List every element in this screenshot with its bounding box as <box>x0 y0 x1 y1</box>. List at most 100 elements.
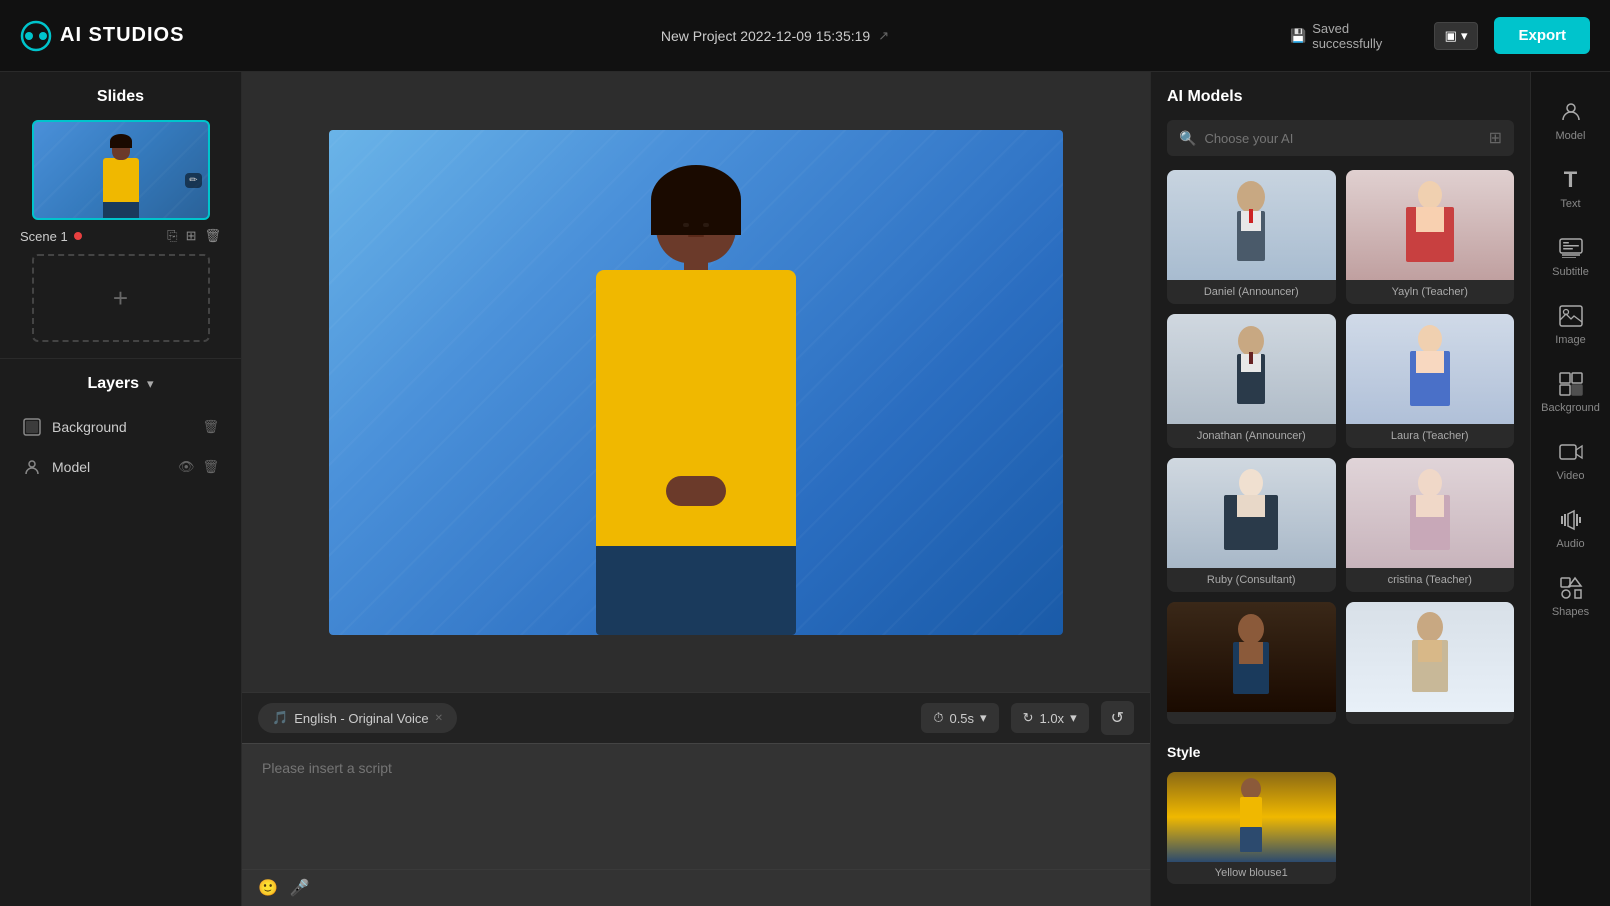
emoji-icon[interactable]: 🙂 <box>258 878 278 898</box>
background-layer-label: Background <box>52 419 192 435</box>
cristina-avatar <box>1400 463 1460 563</box>
layer-background[interactable]: Background 🗑 <box>16 409 225 445</box>
model-card-ruby[interactable]: Ruby (Consultant) <box>1167 458 1336 592</box>
script-input[interactable] <box>242 744 1150 864</box>
icon-bar-image[interactable]: Image <box>1535 292 1607 356</box>
main-layout: Slides ✏ Scene 1 ⎘ <box>0 72 1610 906</box>
image-icon <box>1557 302 1585 330</box>
clock-icon: ⏱ <box>933 710 943 726</box>
edit-project-icon[interactable]: ↗ <box>878 28 889 44</box>
add-slide-button[interactable]: + <box>32 254 210 342</box>
icon-bar-audio[interactable]: Audio <box>1535 496 1607 560</box>
model-delete-icon[interactable]: 🗑 <box>202 459 219 475</box>
view-toggle-chevron: ▾ <box>1461 28 1468 44</box>
presenter-hands <box>666 476 726 506</box>
layer-model[interactable]: Model 👁 🗑 <box>16 449 225 485</box>
model-card-7[interactable] <box>1167 602 1336 724</box>
icon-bar: Model T Text Subtitle <box>1530 72 1610 906</box>
icon-bar-video[interactable]: Video <box>1535 428 1607 492</box>
view-toggle-button[interactable]: ▣ ▾ <box>1434 22 1479 50</box>
model-layer-actions: 👁 🗑 <box>178 459 219 475</box>
slides-section: Slides ✏ Scene 1 ⎘ <box>0 72 241 359</box>
voice-icon: 🎵 <box>272 710 288 726</box>
canvas-viewport <box>242 72 1150 692</box>
scene-grid-icon[interactable]: ⊞ <box>186 228 197 244</box>
cristina-label: cristina (Teacher) <box>1346 568 1515 592</box>
mic-icon[interactable]: 🎤 <box>290 878 310 898</box>
subtitle-icon <box>1557 234 1585 262</box>
daniel-label: Daniel (Announcer) <box>1167 280 1336 304</box>
yayln-avatar <box>1400 175 1460 275</box>
header-right: 💾 Saved successfully ▣ ▾ Export <box>1290 17 1590 54</box>
voice-remove-icon[interactable]: ✕ <box>435 713 443 724</box>
model-card-daniel[interactable]: Daniel (Announcer) <box>1167 170 1336 304</box>
video-bar-label: Video <box>1557 470 1585 482</box>
image-bar-label: Image <box>1555 334 1586 346</box>
header-center: New Project 2022-12-09 15:35:19 ↗ <box>260 28 1290 44</box>
text-icon: T <box>1557 166 1585 194</box>
model-bar-label: Model <box>1556 130 1586 142</box>
canvas-area: 🎵 English - Original Voice ✕ ⏱ 0.5s ▾ ↻ … <box>242 72 1150 906</box>
background-delete-icon[interactable]: 🗑 <box>202 419 219 435</box>
subtitle-bar-label: Subtitle <box>1552 266 1589 278</box>
speed-icon: ↻ <box>1023 710 1034 726</box>
timing-control-button[interactable]: ⏱ 0.5s ▾ <box>921 703 998 733</box>
icon-bar-subtitle[interactable]: Subtitle <box>1535 224 1607 288</box>
text-bar-label: Text <box>1560 198 1580 210</box>
speed-chevron: ▾ <box>1070 710 1077 726</box>
jonathan-label: Jonathan (Announcer) <box>1167 424 1336 448</box>
model-card-jonathan[interactable]: Jonathan (Announcer) <box>1167 314 1336 448</box>
search-icon: 🔍 <box>1179 130 1196 147</box>
background-layer-actions: 🗑 <box>202 419 219 435</box>
presenter-figure <box>566 175 826 635</box>
slide-1-thumbnail[interactable]: ✏ <box>32 120 210 220</box>
model-card-cristina[interactable]: cristina (Teacher) <box>1346 458 1515 592</box>
reset-button[interactable]: ↺ <box>1101 701 1134 735</box>
filter-icon[interactable]: ⊞ <box>1489 128 1502 148</box>
scene-delete-icon[interactable]: 🗑 <box>204 228 221 244</box>
yellow-blouse-label: Yellow blouse1 <box>1167 862 1336 884</box>
scene-actions: ⎘ ⊞ 🗑 <box>167 228 221 244</box>
search-input[interactable] <box>1204 131 1480 146</box>
voice-select-button[interactable]: 🎵 English - Original Voice ✕ <box>258 703 457 733</box>
style-card-yellow-blouse[interactable]: Yellow blouse1 <box>1167 772 1336 884</box>
reset-icon: ↺ <box>1111 710 1124 727</box>
background-layer-icon <box>22 417 42 437</box>
speed-control-button[interactable]: ↻ 1.0x ▾ <box>1011 703 1089 733</box>
search-box: 🔍 ⊞ <box>1167 120 1514 156</box>
slide-edit-icon[interactable]: ✏ <box>185 173 201 188</box>
shapes-icon <box>1557 574 1585 602</box>
laura-label: Laura (Teacher) <box>1346 424 1515 448</box>
script-footer: 🙂 🎤 <box>242 869 1150 906</box>
models-grid: Daniel (Announcer) Yayln (Teacher) <box>1167 170 1514 724</box>
controls-bar: 🎵 English - Original Voice ✕ ⏱ 0.5s ▾ ↻ … <box>242 692 1150 743</box>
logo-icon <box>20 20 52 52</box>
presenter-skirt <box>596 546 796 635</box>
yayln-label: Yayln (Teacher) <box>1346 280 1515 304</box>
model8-avatar <box>1400 607 1460 707</box>
export-button[interactable]: Export <box>1494 17 1590 54</box>
model-icon <box>1557 98 1585 126</box>
save-status: 💾 Saved successfully <box>1290 21 1418 51</box>
shapes-bar-label: Shapes <box>1552 606 1589 618</box>
model-layer-icon <box>22 457 42 477</box>
model-visibility-icon[interactable]: 👁 <box>178 459 195 475</box>
scene-recording-dot <box>74 232 82 240</box>
header: AI STUDIOS New Project 2022-12-09 15:35:… <box>0 0 1610 72</box>
icon-bar-shapes[interactable]: Shapes <box>1535 564 1607 628</box>
model-card-8[interactable] <box>1346 602 1515 724</box>
scene-copy-icon[interactable]: ⎘ <box>167 228 177 244</box>
jonathan-avatar <box>1221 319 1281 419</box>
model-card-yayln[interactable]: Yayln (Teacher) <box>1346 170 1515 304</box>
layers-header[interactable]: Layers ▾ <box>16 375 225 393</box>
model-card-laura[interactable]: Laura (Teacher) <box>1346 314 1515 448</box>
presenter-body <box>596 270 796 546</box>
icon-bar-text[interactable]: T Text <box>1535 156 1607 220</box>
video-icon <box>1557 438 1585 466</box>
speed-value: 1.0x <box>1039 711 1064 726</box>
right-panel: AI Models 🔍 ⊞ <box>1150 72 1530 906</box>
left-sidebar: Slides ✏ Scene 1 ⎘ <box>0 72 242 906</box>
icon-bar-model[interactable]: Model <box>1535 88 1607 152</box>
presenter-head <box>656 175 736 264</box>
icon-bar-background[interactable]: Background <box>1535 360 1607 424</box>
